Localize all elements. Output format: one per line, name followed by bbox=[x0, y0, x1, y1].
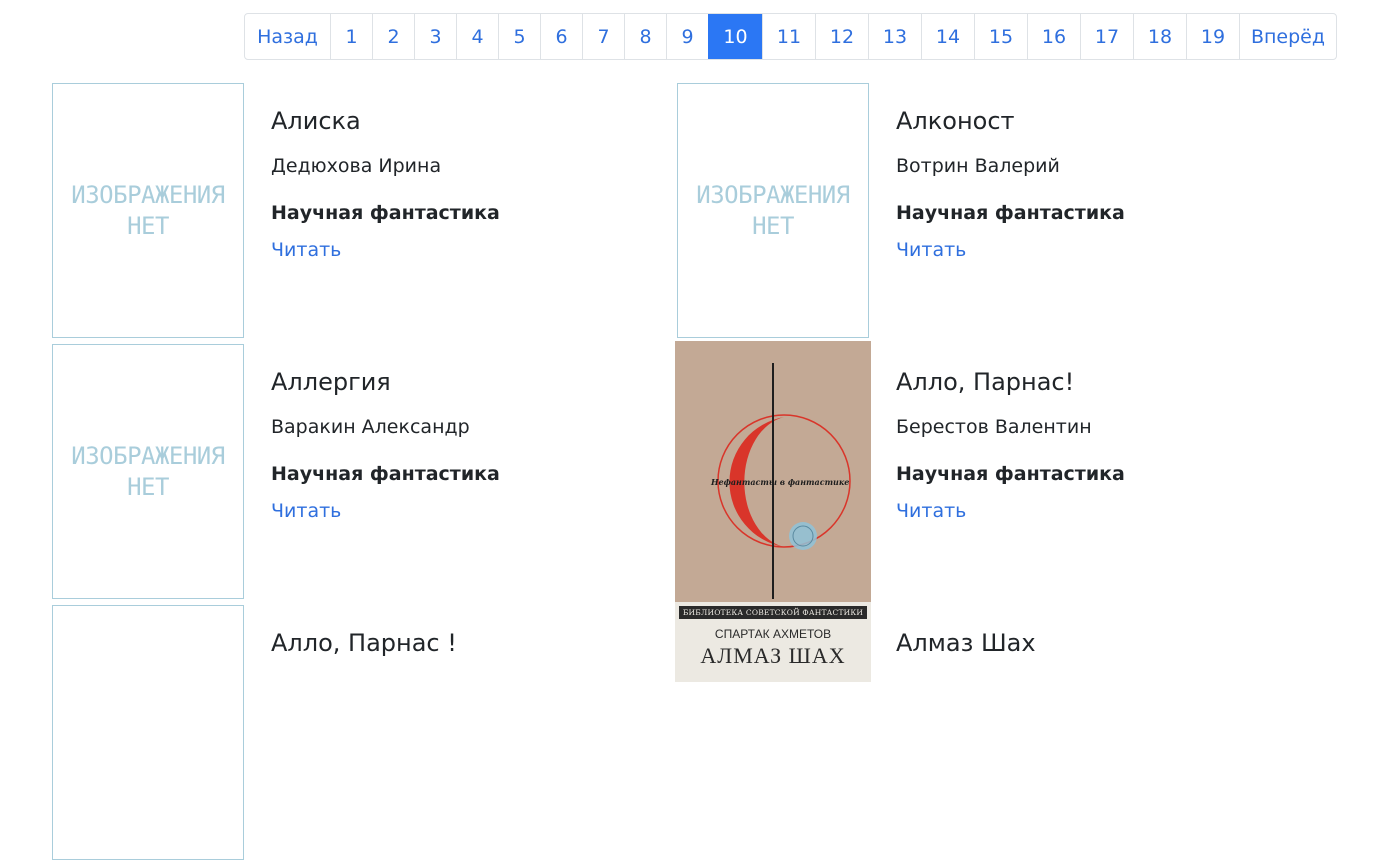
page-3[interactable]: 3 bbox=[414, 14, 456, 59]
cover-author: СПАРТАК АХМЕТОВ bbox=[714, 627, 832, 641]
page-7[interactable]: 7 bbox=[582, 14, 624, 59]
book-title[interactable]: Алло, Парнас ! bbox=[271, 629, 457, 657]
book-author: Дедюхова Ирина bbox=[271, 155, 442, 177]
no-image-text: НЕТ bbox=[752, 211, 794, 240]
page-5[interactable]: 5 bbox=[498, 14, 540, 59]
page-16[interactable]: 16 bbox=[1027, 14, 1080, 59]
book-cover-placeholder[interactable]: ИЗОБРАЖЕНИЯ НЕТ bbox=[52, 344, 244, 599]
book-cover-placeholder[interactable]: ИЗОБРАЖЕНИЯ НЕТ bbox=[677, 83, 869, 338]
book-author: Берестов Валентин bbox=[896, 416, 1092, 438]
book-title[interactable]: Алконост bbox=[896, 107, 1015, 135]
book-title[interactable]: Алмаз Шах bbox=[896, 629, 1036, 657]
book-author: Вотрин Валерий bbox=[896, 155, 1060, 177]
pagination: Назад 1 2 3 4 5 6 7 8 9 10 11 12 13 14 1… bbox=[244, 13, 1337, 60]
page-11[interactable]: 11 bbox=[762, 14, 815, 59]
book-cover-placeholder[interactable]: ИЗОБРАЖЕНИЯ НЕТ bbox=[52, 83, 244, 338]
page-4[interactable]: 4 bbox=[456, 14, 498, 59]
cover-text: Нефантасты в фантастике bbox=[710, 477, 849, 487]
book-genre: Научная фантастика bbox=[271, 463, 500, 485]
read-link[interactable]: Читать bbox=[896, 500, 966, 522]
no-image-text: НЕТ bbox=[127, 472, 169, 501]
page-6[interactable]: 6 bbox=[540, 14, 582, 59]
book-cover-placeholder[interactable] bbox=[52, 605, 244, 860]
no-image-text: ИЗОБРАЖЕНИЯ bbox=[71, 180, 225, 209]
page-13[interactable]: 13 bbox=[868, 14, 921, 59]
book-genre: Научная фантастика bbox=[896, 463, 1125, 485]
page-17[interactable]: 17 bbox=[1080, 14, 1133, 59]
page-19[interactable]: 19 bbox=[1186, 14, 1239, 59]
no-image-text: НЕТ bbox=[127, 211, 169, 240]
page-9[interactable]: 9 bbox=[666, 14, 708, 59]
page-1[interactable]: 1 bbox=[330, 14, 372, 59]
read-link[interactable]: Читать bbox=[896, 239, 966, 261]
book-author: Варакин Александр bbox=[271, 416, 470, 438]
read-link[interactable]: Читать bbox=[271, 239, 341, 261]
page-18[interactable]: 18 bbox=[1133, 14, 1186, 59]
page-14[interactable]: 14 bbox=[921, 14, 974, 59]
book-title[interactable]: Алло, Парнас! bbox=[896, 368, 1074, 396]
book-title[interactable]: Алиска bbox=[271, 107, 361, 135]
cover-title: АЛМАЗ ШАХ bbox=[700, 643, 846, 668]
no-image-text: ИЗОБРАЖЕНИЯ bbox=[696, 180, 850, 209]
pagination-next[interactable]: Вперёд bbox=[1239, 14, 1336, 59]
no-image-text: ИЗОБРАЖЕНИЯ bbox=[71, 441, 225, 470]
book-cover-image[interactable]: БИБЛИОТЕКА СОВЕТСКОЙ ФАНТАСТИКИ СПАРТАК … bbox=[675, 602, 871, 682]
book-title[interactable]: Аллергия bbox=[271, 368, 391, 396]
book-genre: Научная фантастика bbox=[271, 202, 500, 224]
page-2[interactable]: 2 bbox=[372, 14, 414, 59]
read-link[interactable]: Читать bbox=[271, 500, 341, 522]
book-cover-image[interactable]: Нефантасты в фантастике bbox=[675, 341, 871, 602]
cover-series: БИБЛИОТЕКА СОВЕТСКОЙ ФАНТАСТИКИ bbox=[679, 606, 867, 619]
page-8[interactable]: 8 bbox=[624, 14, 666, 59]
book-genre: Научная фантастика bbox=[896, 202, 1125, 224]
page-12[interactable]: 12 bbox=[815, 14, 868, 59]
pagination-prev[interactable]: Назад bbox=[245, 14, 330, 59]
page-10-current[interactable]: 10 bbox=[708, 14, 762, 59]
cover-art: Нефантасты в фантастике bbox=[675, 341, 871, 602]
page-15[interactable]: 15 bbox=[974, 14, 1027, 59]
